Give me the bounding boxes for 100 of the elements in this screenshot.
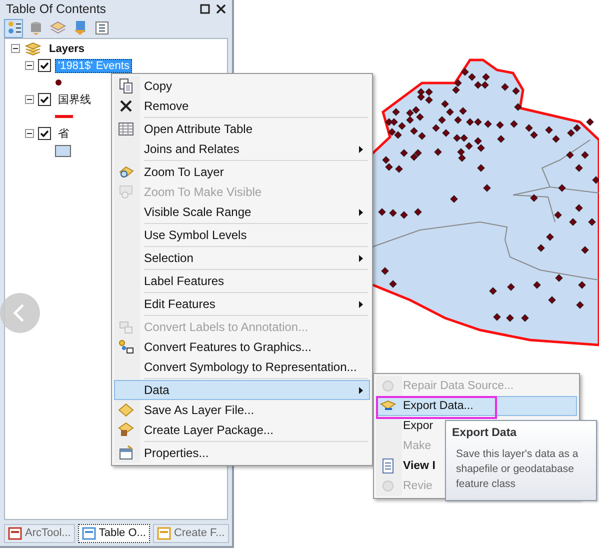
tooltip-text: Save this layer's data as a shapefile or geodatabase feature class [455,447,580,492]
source-icon [72,20,88,36]
point-marker [395,165,403,173]
checkbox[interactable] [38,93,51,106]
menu-item[interactable]: Convert Features to Graphics... [114,337,370,357]
point-marker [392,108,400,116]
point-marker [507,283,515,291]
submenu-arrow-icon [359,301,363,308]
point-marker [497,135,505,143]
maximize-icon[interactable] [200,4,210,14]
labels-icon [118,319,134,335]
point-marker [533,281,541,289]
menu-item[interactable]: Properties... [114,443,370,463]
options-icon [94,20,110,36]
submenu-arrow-icon [359,255,363,262]
point-marker [554,211,562,219]
point-marker [493,313,501,321]
point-marker [434,148,442,156]
point-marker [512,87,520,95]
table-icon [118,121,134,137]
point-marker [414,208,422,216]
close-icon [118,98,134,114]
point-marker [548,296,556,304]
point-marker [510,120,518,128]
toolbar-button[interactable] [4,18,23,38]
point-marker [400,149,408,157]
point-marker [489,287,497,295]
polygon-symbol-icon [55,144,71,156]
point-marker [389,209,397,217]
diamond-icon [118,402,134,418]
menu-item[interactable]: Remove [114,96,370,116]
close-icon[interactable] [216,4,226,14]
point-marker [530,194,538,202]
menu-item[interactable]: Visible Scale Range [114,202,370,222]
menu-item[interactable]: View I [376,456,438,476]
point-marker [506,314,514,322]
menu-item[interactable]: Save As Layer File... [114,400,370,420]
layers-icon [50,20,66,36]
document-icon [380,458,396,474]
layer-name[interactable]: 省 [55,125,72,142]
point-marker [514,103,522,111]
point-marker [537,244,545,252]
point-marker [477,164,485,172]
point-marker [592,176,599,184]
point-marker [575,204,583,212]
submenu-arrow-icon [359,209,363,216]
point-marker [521,314,529,322]
panel-tab[interactable]: ArcTool... [4,524,75,542]
submenu-arrow-icon [359,387,363,394]
layers-icon [24,42,42,56]
point-marker [576,301,584,309]
menu-item[interactable]: Data [114,380,370,400]
point-marker [566,151,574,159]
point-marker [588,218,596,226]
point-marker [442,129,450,137]
line-symbol-icon [55,115,73,118]
point-marker [501,83,509,91]
table-icon [82,526,96,540]
collapse-icon[interactable] [25,61,34,70]
menu-item[interactable]: Copy [114,76,370,96]
point-marker [389,280,397,288]
point-marker [586,118,594,126]
checkbox[interactable] [38,127,51,140]
panel-title: Table Of Contents [6,2,108,16]
shapes-icon [118,339,134,355]
point-marker [555,274,563,282]
menu-item[interactable]: Create Layer Package... [114,420,370,440]
checkbox[interactable] [38,59,51,72]
point-marker [483,184,491,192]
panel-tab[interactable]: Create F... [152,524,229,542]
point-marker [381,267,389,275]
menu-item[interactable]: Export Data... [376,396,577,416]
menu-item[interactable]: Convert Symbology to Representation... [114,357,370,377]
point-marker [569,218,577,226]
collapse-icon[interactable] [25,129,34,138]
point-marker [378,208,386,216]
menu-item[interactable]: Expor [376,416,436,436]
submenu-arrow-icon [359,146,363,153]
point-marker [484,120,492,128]
edit-icon [156,526,171,540]
collapse-icon[interactable] [25,95,34,104]
point-marker [546,233,554,241]
menu-item[interactable]: Selection [114,248,370,268]
magnifier-icon [118,164,134,180]
menu-item[interactable]: Edit Features [114,294,370,314]
menu-item[interactable]: Zoom To Layer [114,162,370,182]
panel-tab[interactable]: Table O... [78,524,150,542]
magnifier-icon [118,184,134,200]
menu-item[interactable]: Use Symbol Levels [114,225,370,245]
point-marker [450,195,458,203]
menu-item[interactable]: Label Features [114,271,370,291]
point-symbol-icon [55,79,62,86]
menu-item[interactable]: Open Attribute Table [114,119,370,139]
menu-item[interactable]: Joins and Relates [114,139,370,159]
point-marker [496,121,504,129]
point-marker [578,281,586,289]
tree-item[interactable]: Layers [46,42,88,56]
properties-icon [118,445,134,461]
layer-name[interactable]: 国界线 [55,91,94,108]
collapse-icon[interactable] [11,44,20,53]
